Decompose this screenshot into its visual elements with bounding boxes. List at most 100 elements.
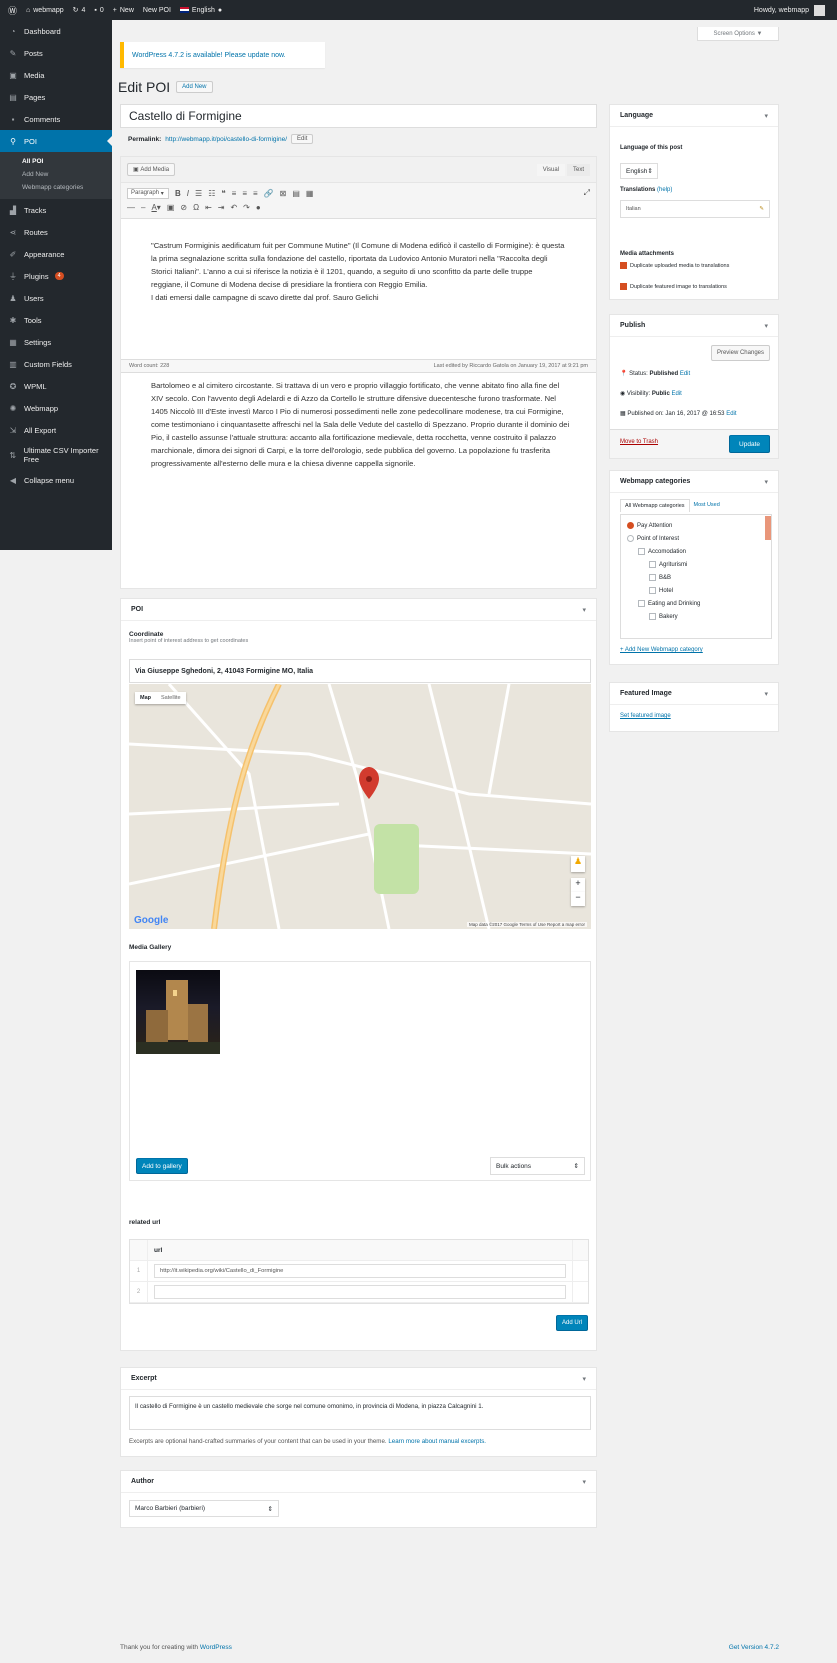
sidebar-item-media[interactable]: ▣ Media <box>0 64 112 86</box>
add-category-link[interactable]: + Add New Webmapp category <box>620 647 703 653</box>
link-icon[interactable]: 🔗 <box>264 189 274 198</box>
avatar[interactable] <box>814 4 825 16</box>
checkbox-icon[interactable] <box>627 535 634 542</box>
move-to-trash-link[interactable]: Move to Trash <box>620 439 658 445</box>
media-option-1[interactable]: Duplicate uploaded media to translations <box>620 262 775 270</box>
strikethrough-icon[interactable]: — <box>127 203 135 212</box>
toolbar-toggle-icon[interactable]: ▦ <box>306 189 314 198</box>
checkbox-icon[interactable] <box>638 600 645 607</box>
special-char-icon[interactable]: Ω <box>193 203 199 212</box>
sidebar-item-posts[interactable]: ✎ Posts <box>0 42 112 64</box>
excerpt-learn-more-link[interactable]: Learn more about manual excerpts. <box>388 1438 486 1445</box>
howdy-link[interactable]: Howdy, webmapp <box>754 7 809 14</box>
language-header[interactable]: Language ▾ <box>610 105 778 127</box>
category-item[interactable]: Bakery <box>627 610 765 623</box>
map-type-satellite-button[interactable]: Satellite <box>156 692 186 704</box>
gallery-thumbnail[interactable] <box>136 970 220 1054</box>
featured-header[interactable]: Featured Image ▾ <box>610 683 778 705</box>
visibility-edit-link[interactable]: Edit <box>672 391 682 397</box>
excerpt-header[interactable]: Excerpt ▾ <box>121 1368 596 1390</box>
sidebar-item-users[interactable]: ♟ Users <box>0 287 112 309</box>
sidebar-item-wpml[interactable]: ✪ WPML <box>0 375 112 397</box>
checkbox-checked-icon[interactable] <box>627 522 634 529</box>
sidebar-item-pages[interactable]: ▤ Pages <box>0 86 112 108</box>
publish-header[interactable]: Publish ▾ <box>610 315 778 337</box>
sidebar-item-collapse-menu[interactable]: ◀ Collapse menu <box>0 469 112 491</box>
checkbox-icon[interactable] <box>649 587 656 594</box>
sidebar-item-tools[interactable]: ✱ Tools <box>0 309 112 331</box>
format-select[interactable]: Paragraph ▾ <box>127 187 169 199</box>
sidebar-item-appearance[interactable]: ✐ Appearance <box>0 243 112 265</box>
bulk-actions-select[interactable]: Bulk actions ⇕ <box>490 1157 585 1175</box>
url-input[interactable] <box>154 1285 566 1299</box>
sidebar-item-settings[interactable]: ▦ Settings <box>0 331 112 353</box>
published-edit-link[interactable]: Edit <box>726 411 736 417</box>
permalink-edit-button[interactable]: Edit <box>291 134 314 144</box>
author-header[interactable]: Author ▾ <box>121 1471 596 1493</box>
tab-visual[interactable]: Visual <box>536 163 565 176</box>
add-url-button[interactable]: Add Url <box>555 1315 588 1331</box>
paste-text-icon[interactable]: ▣ <box>167 203 175 212</box>
tab-all-categories[interactable]: All Webmapp categories <box>620 499 690 512</box>
checkbox-checked-icon[interactable] <box>620 262 627 270</box>
quote-icon[interactable]: ❝ <box>221 189 225 198</box>
sidebar-item-comments[interactable]: ▪ Comments <box>0 108 112 130</box>
sidebar-item-poi[interactable]: ⚲ POI <box>0 130 112 152</box>
bullet-list-icon[interactable]: ☰ <box>195 189 202 198</box>
collapse-icon[interactable]: ▾ <box>582 1478 586 1486</box>
collapse-icon[interactable]: ▾ <box>764 322 768 330</box>
align-left-icon[interactable]: ≡ <box>232 189 237 198</box>
url-input[interactable]: http://it.wikipedia.org/wiki/Castello_di… <box>154 1264 566 1278</box>
fullscreen-icon[interactable]: ⤢ <box>584 188 590 198</box>
checkbox-icon[interactable] <box>649 561 656 568</box>
collapse-icon[interactable]: ▾ <box>582 1375 586 1383</box>
sidebar-item-tracks[interactable]: ▟ Tracks <box>0 199 112 221</box>
sidebar-item-routes[interactable]: ⋖ Routes <box>0 221 112 243</box>
update-now-link[interactable]: Please update now. <box>224 52 285 59</box>
language-select[interactable]: English ⇕ <box>620 163 658 179</box>
new-content-link[interactable]: + New <box>113 7 134 14</box>
submenu-item[interactable]: All POI <box>0 155 112 168</box>
zoom-in-button[interactable]: + <box>571 878 585 892</box>
wp-logo-icon[interactable]: Ⓦ <box>8 4 17 17</box>
preview-changes-button[interactable]: Preview Changes <box>710 345 770 361</box>
site-name-link[interactable]: ⌂ webmapp <box>26 7 64 14</box>
clear-format-icon[interactable]: ⊘ <box>180 203 187 212</box>
post-title-input[interactable]: Castello di Formigine <box>120 104 597 128</box>
permalink-url[interactable]: http://webmapp.it/poi/castello-di-formig… <box>165 136 287 143</box>
sidebar-item-dashboard[interactable]: ◔ Dashboard <box>0 20 112 42</box>
language-switcher[interactable]: English ● <box>179 7 222 14</box>
get-version-link[interactable]: Get Version 4.7.2 <box>729 1644 779 1651</box>
outdent-icon[interactable]: ⇤ <box>205 203 212 212</box>
wordpress-link[interactable]: WordPress <box>200 1644 232 1651</box>
hr-icon[interactable]: – <box>141 203 145 212</box>
numbered-list-icon[interactable]: ☷ <box>208 189 215 198</box>
new-poi-link[interactable]: New POI <box>143 7 171 14</box>
checkbox-checked-icon[interactable] <box>620 283 627 290</box>
text-color-icon[interactable]: A▾ <box>151 203 160 212</box>
add-media-button[interactable]: ▣ Add Media <box>127 163 176 176</box>
checkbox-icon[interactable] <box>649 613 656 620</box>
sidebar-item-ultimate-csv-importer-free[interactable]: ⇅ Ultimate CSV Importer Free <box>0 441 112 469</box>
category-item[interactable]: Pay Attention <box>627 519 765 532</box>
poi-box-header[interactable]: POI ▾ <box>121 599 596 621</box>
add-new-button[interactable]: Add New <box>176 81 213 93</box>
sidebar-item-custom-fields[interactable]: ▥ Custom Fields <box>0 353 112 375</box>
help-icon[interactable]: ● <box>256 203 261 212</box>
update-button[interactable]: Update <box>729 435 770 453</box>
category-item[interactable]: B&B <box>627 571 765 584</box>
category-scrollbar[interactable] <box>765 516 771 540</box>
set-featured-image-link[interactable]: Set featured image <box>620 713 671 719</box>
translation-input[interactable]: Italian ✎ <box>620 200 770 218</box>
add-to-gallery-button[interactable]: Add to gallery <box>136 1158 188 1174</box>
category-item[interactable]: Agriturismi <box>627 558 765 571</box>
unlink-icon[interactable]: ⊠ <box>280 189 287 198</box>
submenu-item[interactable]: Add New <box>0 168 112 181</box>
sidebar-item-webmapp[interactable]: ✺ Webmapp <box>0 397 112 419</box>
status-edit-link[interactable]: Edit <box>680 371 690 377</box>
excerpt-textarea[interactable]: Il castello di Formigine è un castello m… <box>129 1396 591 1430</box>
categories-header[interactable]: Webmapp categories ▾ <box>610 471 778 493</box>
zoom-out-button[interactable]: − <box>571 892 585 906</box>
sidebar-item-plugins[interactable]: ⏚ Plugins 4 <box>0 265 112 287</box>
collapse-icon[interactable]: ▾ <box>582 606 586 614</box>
